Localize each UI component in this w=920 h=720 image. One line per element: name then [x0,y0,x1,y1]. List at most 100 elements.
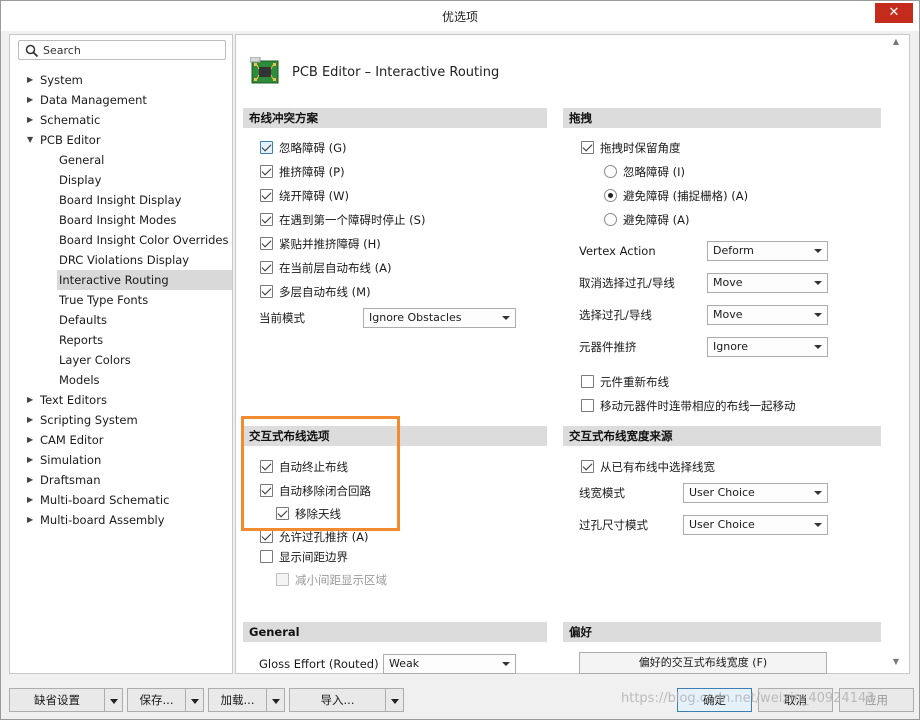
gloss-effort-label: Gloss Effort (Routed) [259,657,379,671]
conflict-option-checkbox-label: 绕开障碍 (W) [279,189,349,203]
chevron-down-icon[interactable]: ▼ [27,130,37,150]
favorite-widths-button[interactable]: 偏好的交互式布线宽度 (F) [579,652,827,674]
chevron-right-icon[interactable]: ▶ [27,470,37,490]
tree-item[interactable]: True Type Fonts [10,290,232,310]
tree-item[interactable]: Layer Colors [10,350,232,370]
load-button[interactable]: 加载... [208,688,267,712]
close-button[interactable]: ✕ [875,3,913,23]
interactive-option-checkbox-label: 移除天线 [295,507,341,521]
tree-item-label: Simulation [40,453,102,467]
defaults-split-button[interactable]: 缺省设置 [9,688,123,712]
chevron-right-icon[interactable]: ▶ [27,410,37,430]
chevron-right-icon[interactable]: ▶ [27,90,37,110]
chevron-right-icon[interactable]: ▶ [27,390,37,410]
tree-item-label: Display [59,173,102,187]
reroute-components-label: 元件重新布线 [600,375,669,389]
tree-item[interactable]: ▶ Data Management [10,90,232,110]
ok-button[interactable]: 确定 [677,688,752,712]
chevron-right-icon[interactable]: ▶ [27,510,37,530]
chevron-down-icon [814,281,822,285]
import-split-button[interactable]: 导入... [289,688,404,712]
tree-item-label: Board Insight Display [59,193,182,207]
chevron-right-icon[interactable]: ▶ [27,110,37,130]
tree-item-label: Schematic [40,113,101,127]
chevron-right-icon[interactable]: ▶ [27,430,37,450]
save-button[interactable]: 保存... [127,688,186,712]
tree-item-label: PCB Editor [40,133,101,147]
move-with-tracks-label: 移动元器件时连带相应的布线一起移动 [600,399,796,413]
tree-item[interactable]: ▶ CAM Editor [10,430,232,450]
checkbox-box [260,141,273,154]
tree-item-label: Layer Colors [59,353,131,367]
checkbox-box [260,189,273,202]
tree-item[interactable]: Board Insight Color Overrides [10,230,232,250]
window-title: 优选项 [441,10,478,24]
favorites-section-header: 偏好 [563,622,881,642]
load-dropdown-icon[interactable] [267,688,285,712]
tree-item[interactable]: ▶ Multi-board Assembly [10,510,232,530]
page-title: PCB Editor – Interactive Routing [292,65,500,80]
chevron-right-icon[interactable]: ▶ [27,490,37,510]
drag-field-select[interactable]: Ignore [707,337,828,357]
drag-field-value: Ignore [713,340,748,353]
width-field-select[interactable]: User Choice [683,483,828,503]
search-icon [25,44,39,58]
tree-item-label: Board Insight Color Overrides [59,233,229,247]
chevron-right-icon[interactable]: ▶ [27,450,37,470]
drag-field-select[interactable]: Move [707,273,828,293]
tree-item[interactable]: ▶ Draftsman [10,470,232,490]
tree-item-label: General [59,153,105,167]
cancel-button[interactable]: 取消 [758,688,833,712]
search-placeholder: Search [43,44,81,57]
save-split-button[interactable]: 保存... [127,688,204,712]
width-field-label: 过孔尺寸模式 [579,518,648,532]
interactive-section-header: 交互式布线选项 [243,426,547,446]
defaults-dropdown-icon[interactable] [105,688,123,712]
scroll-down-arrow-icon[interactable]: ▼ [890,657,902,669]
defaults-button[interactable]: 缺省设置 [9,688,105,712]
width-field-select[interactable]: User Choice [683,515,828,535]
tree-item[interactable]: Defaults [10,310,232,330]
gloss-effort-select[interactable]: Weak [383,654,516,674]
tree-item[interactable]: ▶ Scripting System [10,410,232,430]
tree-item[interactable]: Interactive Routing [57,270,232,290]
drag-field-value: Move [713,276,743,289]
drag-field-select[interactable]: Deform [707,241,828,261]
drag-field-value: Deform [713,244,754,257]
interactive-option-checkbox-label: 显示间距边界 [279,550,348,564]
conflict-option-checkbox-label: 紧贴并推挤障碍 (H) [279,237,381,251]
tree-item[interactable]: Display [10,170,232,190]
tree-item[interactable]: ▼ PCB Editor [10,130,232,150]
apply-button[interactable]: 应用 [839,688,914,712]
drag-obstacle-radio-label: 避免障碍 (A) [623,213,690,227]
save-dropdown-icon[interactable] [186,688,204,712]
tree-item-label: Text Editors [40,393,107,407]
import-dropdown-icon[interactable] [386,688,404,712]
tree-item[interactable]: Board Insight Display [10,190,232,210]
tree-item[interactable]: ▶ Simulation [10,450,232,470]
scroll-up-arrow-icon[interactable]: ▲ [890,37,902,49]
load-split-button[interactable]: 加载... [208,688,285,712]
drag-field-label: Vertex Action [579,244,656,258]
chevron-down-icon [814,345,822,349]
tree-item[interactable]: ▶ System [10,70,232,90]
tree-item[interactable]: Models [10,370,232,390]
checkbox-box [260,261,273,274]
interactive-option-checkbox-label: 自动移除闭合回路 [279,484,371,498]
tree-item[interactable]: Board Insight Modes [10,210,232,230]
drag-field-select[interactable]: Move [707,305,828,325]
chevron-right-icon[interactable]: ▶ [27,70,37,90]
tree-item[interactable]: ▶ Schematic [10,110,232,130]
tree-item[interactable]: ▶ Multi-board Schematic [10,490,232,510]
tree-item[interactable]: General [10,150,232,170]
preferences-dialog: 优选项 ✕ Search ▶ System ▶ Data Management ▶ Sch… [0,0,920,720]
current-mode-select[interactable]: Ignore Obstacles [363,308,516,328]
tree-item[interactable]: DRC Violations Display [10,250,232,270]
search-box[interactable]: Search [18,40,226,60]
chevron-down-icon [814,249,822,253]
tree-item[interactable]: Reports [10,330,232,350]
radio-dot [604,165,617,178]
import-button[interactable]: 导入... [289,688,386,712]
chevron-down-icon [502,662,510,666]
tree-item[interactable]: ▶ Text Editors [10,390,232,410]
